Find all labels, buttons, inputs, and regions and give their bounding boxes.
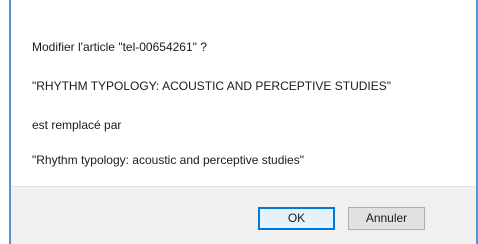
confirm-question: Modifier l'article "tel-00654261" ? bbox=[32, 40, 207, 54]
cancel-button[interactable]: Annuler bbox=[348, 207, 425, 230]
confirm-dialog: Modifier l'article "tel-00654261" ? "RHY… bbox=[0, 0, 478, 244]
old-title-text: "RHYTHM TYPOLOGY: ACOUSTIC AND PERCEPTIV… bbox=[32, 79, 392, 93]
new-title-text: "Rhythm typology: acoustic and perceptiv… bbox=[32, 153, 304, 167]
ok-button[interactable]: OK bbox=[258, 207, 335, 230]
replacement-connector-text: est remplacé par bbox=[32, 118, 122, 132]
dialog-message-area: Modifier l'article "tel-00654261" ? "RHY… bbox=[11, 0, 476, 186]
dialog-button-bar: OK Annuler bbox=[11, 186, 476, 244]
